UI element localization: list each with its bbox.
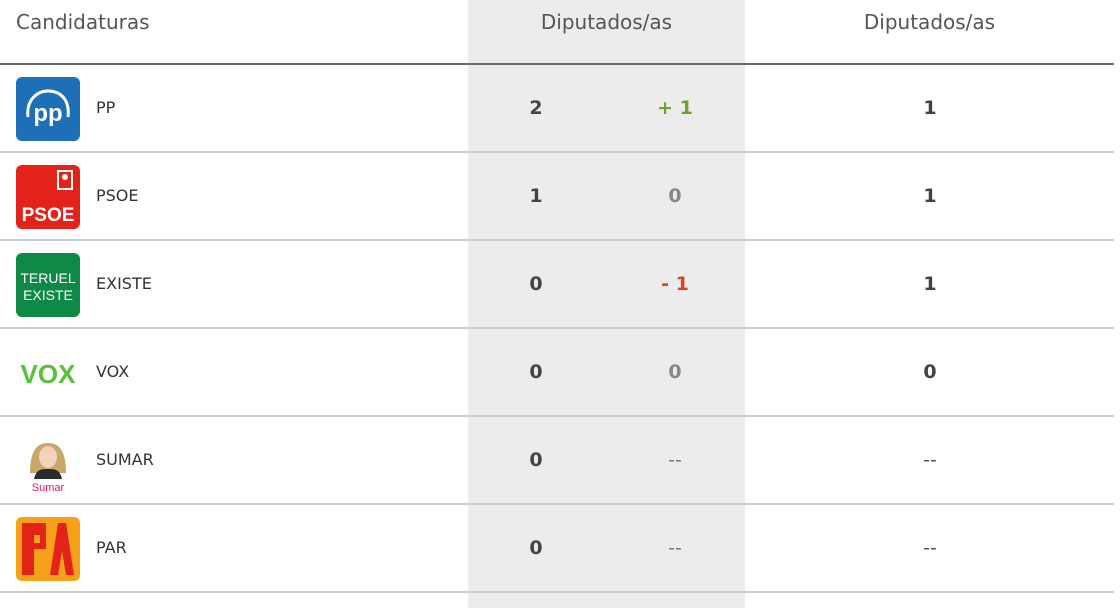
seats-value: 2 [529, 97, 543, 119]
par-logo [16, 517, 80, 581]
table-row: PSOE PSOE 1 0 1 [0, 153, 1114, 241]
svg-text:VOX: VOX [21, 359, 77, 389]
seats-value: 0 [529, 273, 543, 295]
table-row: PAR 0 -- -- [0, 505, 1114, 593]
previous-seats: -- [923, 449, 937, 471]
table-header: Candidaturas Diputados/as Diputados/as [0, 0, 1114, 65]
seats-change: 0 [668, 361, 682, 383]
previous-seats: 1 [923, 273, 937, 295]
seats-value: 0 [529, 361, 543, 383]
seats-change: - 1 [661, 273, 689, 295]
header-seats-previous: Diputados/as [863, 10, 996, 34]
svg-text:Sumar: Sumar [32, 482, 65, 493]
previous-seats: 1 [923, 185, 937, 207]
table-row: TERUEL EXISTE EXISTE 0 - 1 1 [0, 241, 1114, 329]
party-name: PAR [96, 538, 127, 557]
teruel-existe-logo: TERUEL EXISTE [16, 253, 80, 317]
table-row: pp PP 2 + 1 1 [0, 65, 1114, 153]
party-name: EXISTE [96, 274, 152, 293]
header-candidaturas: Candidaturas [16, 10, 150, 34]
seats-value: 0 [529, 537, 543, 559]
seats-value: 1 [529, 185, 543, 207]
party-name: PSOE [96, 186, 139, 205]
previous-seats: 1 [923, 97, 937, 119]
party-name: SUMAR [96, 450, 154, 469]
previous-seats: -- [923, 537, 937, 559]
svg-text:PSOE: PSOE [22, 205, 75, 226]
seats-change: -- [668, 449, 682, 471]
header-seats-current: Diputados/as [540, 10, 673, 34]
table-row: VOX VOX 0 0 0 [0, 329, 1114, 417]
seats-change: -- [668, 537, 682, 559]
svg-text:EXISTE: EXISTE [23, 287, 73, 303]
previous-seats: 0 [923, 361, 937, 383]
party-name: VOX [96, 362, 130, 381]
seats-change: 0 [668, 185, 682, 207]
table-row: Sumar SUMAR 0 -- -- [0, 417, 1114, 505]
seats-change: + 1 [657, 97, 693, 119]
vox-logo: VOX [16, 341, 80, 405]
seats-value: 0 [529, 449, 543, 471]
svg-text:TERUEL: TERUEL [20, 270, 75, 286]
svg-text:pp: pp [33, 100, 62, 127]
psoe-logo: PSOE [16, 165, 80, 229]
party-name: PP [96, 98, 116, 117]
sumar-logo: Sumar [16, 429, 80, 493]
pp-logo: pp [16, 77, 80, 141]
